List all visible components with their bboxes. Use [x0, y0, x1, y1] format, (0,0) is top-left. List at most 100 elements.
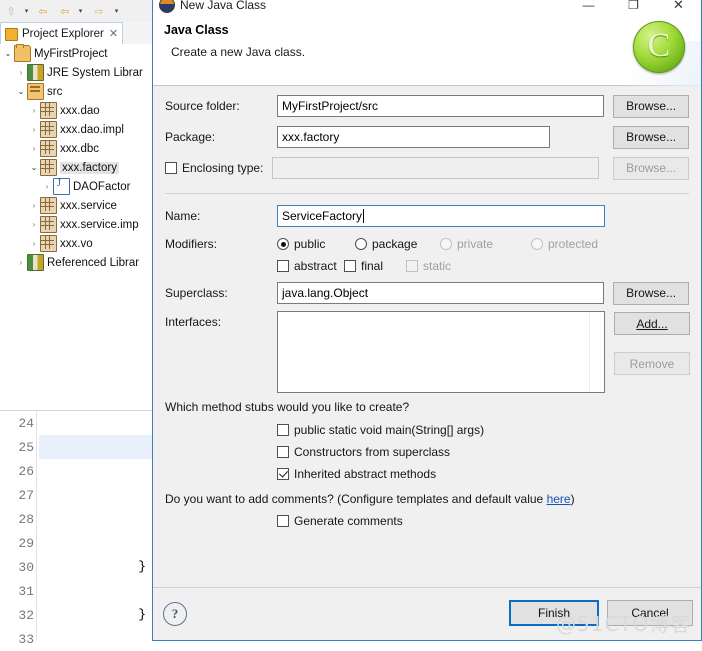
package-icon	[40, 235, 57, 252]
forward-arrow-icon[interactable]: ⇨	[90, 2, 108, 20]
chevron-down-icon[interactable]: ⌄	[15, 87, 27, 96]
constructors-label: Constructors from superclass	[294, 445, 451, 459]
tree-item[interactable]: › Referenced Librar	[0, 253, 152, 272]
up-arrow-icon[interactable]: ⇧	[2, 2, 20, 20]
modifier-final[interactable]: final	[344, 259, 406, 273]
package-browse-button[interactable]: Browse...	[613, 125, 689, 149]
editor-line[interactable]: 33	[0, 627, 152, 651]
tree-item[interactable]: › xxx.service.imp	[0, 215, 152, 234]
editor-line[interactable]: 30}	[0, 555, 152, 579]
tree-item[interactable]: › DAOFactor	[0, 177, 152, 196]
chevron-right-icon[interactable]: ›	[28, 106, 40, 115]
source-folder-browse-button[interactable]: Browse...	[613, 94, 689, 118]
comments-question: Do you want to add comments? (Configure …	[165, 492, 575, 506]
generate-comments-checkbox[interactable]	[277, 515, 289, 527]
editor-line[interactable]: 32}	[0, 603, 152, 627]
editor-line[interactable]: 27	[0, 483, 152, 507]
chevron-right-icon[interactable]: ›	[15, 258, 27, 267]
back-arrow-glyph: ⇦	[38, 5, 48, 18]
help-icon[interactable]: ?	[163, 602, 187, 626]
tree-item[interactable]: ⌄ src	[0, 82, 152, 101]
interfaces-add-button[interactable]: Add...	[614, 312, 690, 335]
main-method-checkbox[interactable]	[277, 424, 289, 436]
chevron-right-icon[interactable]: ›	[28, 239, 40, 248]
new-java-class-dialog: New Java Class — ❐ ✕ Java Class Create a…	[152, 0, 702, 641]
back-arrow-2-icon[interactable]: ⇦	[56, 2, 74, 20]
close-icon[interactable]: ✕	[109, 28, 118, 40]
line-number: 27	[18, 487, 34, 503]
package-radio[interactable]	[355, 238, 367, 250]
final-checkbox[interactable]	[344, 260, 356, 272]
maximize-button[interactable]: ❐	[611, 0, 656, 17]
stub-main-method[interactable]: public static void main(String[] args)	[277, 423, 484, 437]
source-folder-icon	[27, 83, 44, 100]
package-browse-label: Browse...	[626, 130, 677, 144]
chevron-right-icon[interactable]: ›	[28, 201, 40, 210]
chevron-right-icon[interactable]: ›	[28, 125, 40, 134]
inherited-abstract-checkbox[interactable]	[277, 468, 289, 480]
banner-subtitle: Create a new Java class.	[171, 45, 306, 59]
modifiers-row-2: abstract final static	[165, 254, 689, 278]
forward-dropdown-caret[interactable]: ▾	[112, 2, 121, 20]
editor-line[interactable]: 29	[0, 531, 152, 555]
stub-inherited-abstract[interactable]: Inherited abstract methods	[277, 467, 436, 481]
chevron-down-icon[interactable]: ⌄	[28, 163, 40, 172]
public-radio[interactable]	[277, 238, 289, 250]
stub-constructors[interactable]: Constructors from superclass	[277, 445, 450, 459]
tab-project-explorer-label: Project Explorer	[22, 28, 104, 40]
chevron-right-icon[interactable]: ›	[28, 220, 40, 229]
configure-templates-link[interactable]: here	[547, 492, 571, 506]
superclass-browse-button[interactable]: Browse...	[613, 281, 689, 305]
modifier-abstract[interactable]: abstract	[277, 259, 344, 273]
close-button[interactable]: ✕	[656, 0, 701, 17]
modifier-package[interactable]: package	[355, 237, 440, 251]
tree-item[interactable]: › xxx.dbc	[0, 139, 152, 158]
cancel-button[interactable]: Cancel	[607, 600, 693, 626]
generate-comments-label: Generate comments	[294, 514, 403, 528]
tree-item[interactable]: › xxx.service	[0, 196, 152, 215]
editor-line[interactable]: 25	[0, 435, 152, 459]
editor-line[interactable]: 26	[0, 459, 152, 483]
tree-item[interactable]: › xxx.vo	[0, 234, 152, 253]
back-arrow-icon[interactable]: ⇦	[34, 2, 52, 20]
superclass-input[interactable]: java.lang.Object	[277, 282, 605, 304]
constructors-checkbox[interactable]	[277, 446, 289, 458]
chevron-right-icon[interactable]: ›	[15, 68, 27, 77]
cancel-label: Cancel	[631, 606, 669, 620]
back-dropdown-caret[interactable]: ▾	[76, 2, 85, 20]
editor-line[interactable]: 31	[0, 579, 152, 603]
tree-item[interactable]: › xxx.dao	[0, 101, 152, 120]
chevron-right-icon[interactable]: ›	[28, 144, 40, 153]
line-number: 25	[18, 439, 34, 455]
editor-line[interactable]: 24	[0, 411, 152, 435]
interfaces-scrollbar[interactable]	[589, 312, 604, 392]
tab-project-explorer[interactable]: Project Explorer ✕	[0, 22, 124, 45]
superclass-browse-label: Browse...	[626, 286, 677, 300]
tree-item[interactable]: ⌄ MyFirstProject	[0, 44, 152, 63]
abstract-checkbox[interactable]	[277, 260, 289, 272]
modifier-public[interactable]: public	[277, 237, 355, 251]
generate-comments-option[interactable]: Generate comments	[277, 514, 403, 528]
code-editor[interactable]: 24 25 26 27 28 29 30} 31 32} 33	[0, 410, 152, 647]
name-input[interactable]: ServiceFactory	[277, 205, 605, 227]
source-folder-input[interactable]: MyFirstProject/src	[277, 95, 605, 117]
editor-line[interactable]: 28	[0, 507, 152, 531]
up-arrow-dropdown-caret[interactable]: ▾	[22, 2, 31, 20]
tree-item[interactable]: › xxx.dao.impl	[0, 120, 152, 139]
tree-item[interactable]: › JRE System Librar	[0, 63, 152, 82]
static-label: static	[423, 259, 452, 273]
enclosing-type-checkbox[interactable]	[165, 162, 177, 174]
tree-item[interactable]: ⌄ xxx.factory	[0, 158, 152, 177]
tree-item-label: Referenced Librar	[47, 256, 140, 269]
line-number: 32	[18, 607, 34, 623]
package-input[interactable]: xxx.factory	[277, 126, 551, 148]
abstract-label: abstract	[294, 259, 337, 273]
chevron-down-icon[interactable]: ⌄	[2, 49, 14, 58]
finish-button[interactable]: Finish	[509, 600, 599, 626]
interfaces-listbox[interactable]	[277, 311, 605, 393]
chevron-right-icon[interactable]: ›	[41, 182, 53, 191]
minimize-button[interactable]: —	[566, 0, 611, 17]
line-number: 28	[18, 511, 34, 527]
dialog-titlebar[interactable]: New Java Class — ❐ ✕	[153, 0, 701, 17]
